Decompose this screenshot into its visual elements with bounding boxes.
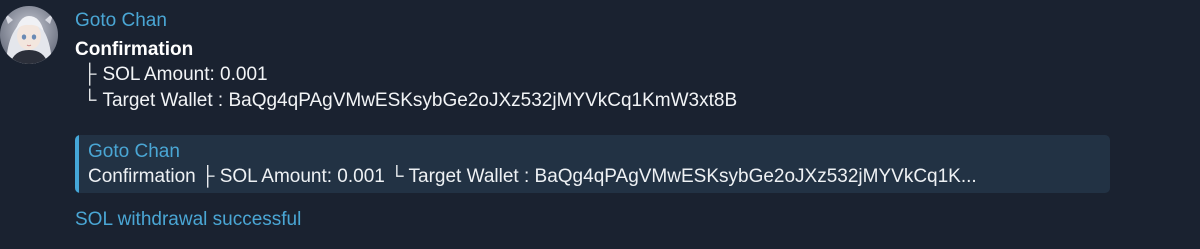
sol-amount-line: ├ SOL Amount: 0.001	[83, 63, 268, 87]
anime-girl-avatar-icon	[0, 6, 58, 64]
quote-accent-bar	[75, 135, 79, 193]
chat-message-group: Goto Chan Confirmation ├ SOL Amount: 0.00…	[0, 0, 1200, 249]
sender-name[interactable]: Goto Chan	[75, 9, 167, 33]
target-wallet-line: └ Target Wallet : BaQg4qPAgVMwESKsybGe2oJ…	[83, 89, 737, 113]
sol-amount-text: SOL Amount: 0.001	[102, 64, 268, 85]
target-wallet-text: Target Wallet : BaQg4qPAgVMwESKsybGe2oJX…	[102, 90, 738, 111]
sender-avatar[interactable]	[0, 6, 58, 64]
reply-quote[interactable]: Goto Chan Confirmation ├ SOL Amount: 0.0…	[75, 135, 1110, 193]
tree-branch-icon: ├	[83, 64, 97, 85]
quote-sender-name: Goto Chan	[88, 141, 180, 162]
quote-preview-text: Confirmation ├ SOL Amount: 0.001 └ Targe…	[88, 166, 977, 187]
withdrawal-status-text: SOL withdrawal successful	[75, 209, 302, 230]
tree-end-icon: └	[83, 90, 97, 111]
message-title: Confirmation	[75, 39, 194, 60]
